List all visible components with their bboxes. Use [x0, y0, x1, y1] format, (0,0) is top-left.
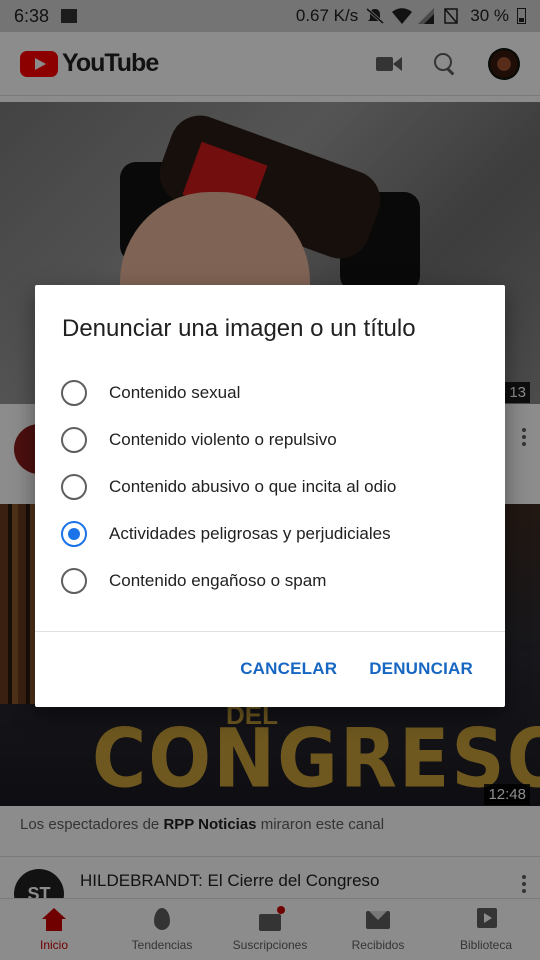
- option-sexual-content[interactable]: Contenido sexual: [61, 369, 491, 416]
- option-abusive-content[interactable]: Contenido abusivo o que incita al odio: [61, 463, 491, 510]
- dialog-actions: CANCELAR DENUNCIAR: [240, 659, 473, 679]
- report-options: Contenido sexual Contenido violento o re…: [61, 369, 491, 604]
- cancel-button[interactable]: CANCELAR: [240, 659, 337, 679]
- radio-button[interactable]: [61, 426, 87, 453]
- option-label: Contenido sexual: [109, 382, 241, 402]
- option-label: Contenido violento o repulsivo: [109, 429, 337, 449]
- radio-button[interactable]: [61, 473, 87, 500]
- radio-button[interactable]: [61, 379, 87, 406]
- option-violent-content[interactable]: Contenido violento o repulsivo: [61, 416, 491, 463]
- dialog-title: Denunciar una imagen o un título: [62, 315, 416, 342]
- dialog-divider: [35, 631, 505, 632]
- option-label: Contenido engañoso o spam: [109, 570, 327, 590]
- option-misleading-spam[interactable]: Contenido engañoso o spam: [61, 557, 491, 604]
- report-dialog: Denunciar una imagen o un título Conteni…: [35, 285, 505, 707]
- option-dangerous-activities[interactable]: Actividades peligrosas y perjudiciales: [61, 510, 491, 557]
- option-label: Contenido abusivo o que incita al odio: [109, 476, 397, 496]
- radio-button-selected[interactable]: [61, 520, 87, 547]
- radio-button[interactable]: [61, 567, 87, 594]
- report-button[interactable]: DENUNCIAR: [369, 659, 473, 679]
- option-label: Actividades peligrosas y perjudiciales: [109, 523, 391, 543]
